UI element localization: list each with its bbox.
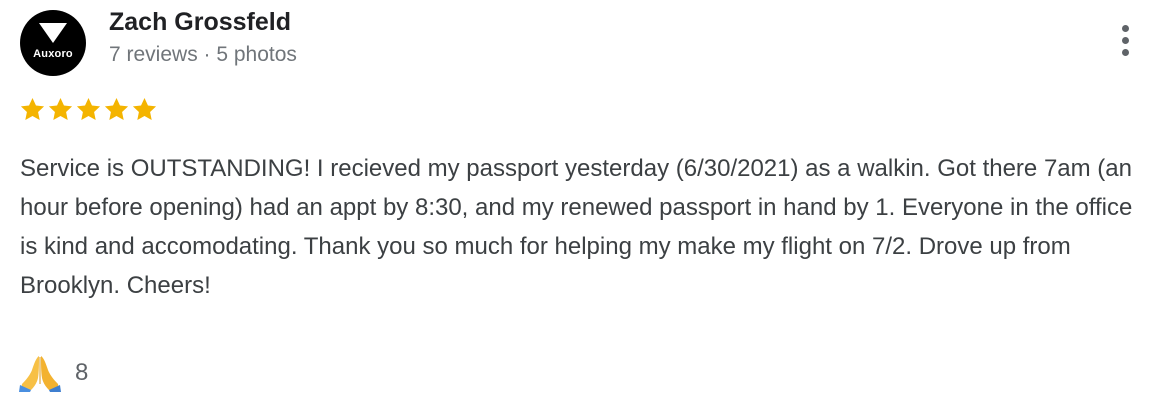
reviewer-name[interactable]: Zach Grossfeld [109,8,291,37]
star-icon [76,98,101,120]
more-vertical-icon-dot [1121,48,1129,56]
auxoro-logo-icon [39,23,67,43]
reaction-button[interactable]: 8 [19,354,88,392]
reviewer-meta: 7 reviews · 5 photos [109,43,297,66]
star-icon [20,98,45,120]
star-icon [132,98,157,120]
star-icon [104,98,129,120]
reaction-count: 8 [75,359,89,386]
avatar-logo-text: Auxoro [33,48,73,60]
avatar[interactable]: Auxoro [20,10,86,76]
more-vertical-icon [1121,24,1129,32]
more-vertical-icon-dot [1121,36,1129,44]
folded-hands-icon [19,356,61,392]
more-options-button[interactable] [1108,20,1142,60]
star-rating [19,96,158,124]
star-icon [48,98,73,120]
review-text: Service is OUTSTANDING! I recieved my pa… [20,155,1133,299]
